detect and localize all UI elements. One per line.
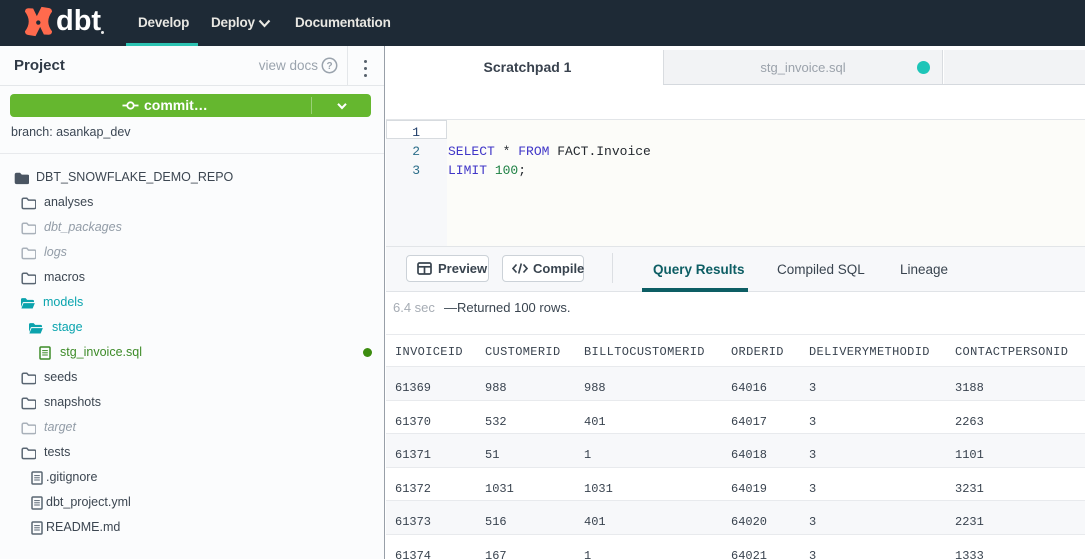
svg-text:?: ? (326, 61, 332, 72)
